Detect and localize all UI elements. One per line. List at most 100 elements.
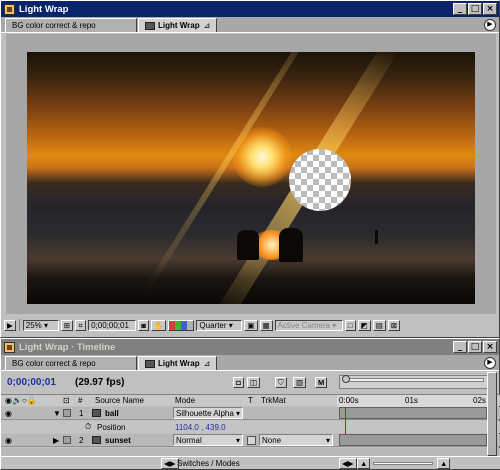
av-features-icons: ◉🔊○🔒 <box>5 396 37 405</box>
layer-footage-icon <box>92 436 101 444</box>
layer-row[interactable]: ◉ ▼ 1 ball Silhouette Alpha ▾ <box>1 407 500 420</box>
layer-name[interactable]: ball <box>105 409 119 418</box>
timeline-icon[interactable]: ▤ <box>372 319 386 331</box>
grid-icon[interactable]: ⌗ <box>75 319 87 331</box>
minimize-button[interactable]: _ <box>453 3 467 15</box>
tab-close-icon[interactable]: ⊿ <box>204 21 211 30</box>
minimize-button[interactable]: _ <box>453 341 467 353</box>
switches-toggle-icon[interactable]: ◀▶ <box>161 457 179 469</box>
view-layout-icon[interactable]: □ <box>344 319 356 331</box>
navigator-start-icon[interactable] <box>342 375 350 383</box>
trkmat-dropdown[interactable]: None ▾ <box>259 434 333 446</box>
safe-margins-icon[interactable]: ⊞ <box>60 319 74 331</box>
close-button[interactable]: × <box>483 341 497 353</box>
maximize-button[interactable]: □ <box>468 3 482 15</box>
comp-marker-icon[interactable]: ◘ <box>233 376 244 388</box>
snapshot-icon[interactable]: ◙ <box>138 319 150 331</box>
current-time-display[interactable]: 0;00;00;01 <box>88 319 137 331</box>
timeline-header: 0;00;00;01 (29.97 fps) ◘ ◫ ⛉ ▥ M <box>1 372 500 392</box>
comp-window-titlebar[interactable]: Light Wrap _ □ × <box>1 1 499 17</box>
tab-label: BG color correct & repo <box>12 359 96 368</box>
stopwatch-icon[interactable]: ⏱ <box>85 422 91 432</box>
shy-layers-icon[interactable]: ⛉ <box>275 376 287 388</box>
composition-viewer[interactable] <box>6 34 496 314</box>
property-name: Position <box>97 422 126 432</box>
sun-glow <box>232 127 292 187</box>
time-ruler[interactable]: 0:00s 01s 02s <box>337 395 489 407</box>
composition-icon <box>145 359 155 368</box>
magnification-menu[interactable]: 25% ▾ <box>22 319 59 331</box>
panel-menu-arrow-icon[interactable]: ▶ <box>484 19 496 31</box>
tab-label: Light Wrap <box>158 21 200 30</box>
sunset-footage <box>27 52 475 304</box>
resolution-menu[interactable]: Quarter ▾ <box>196 319 243 331</box>
live-update-icon[interactable]: ◫ <box>247 376 261 388</box>
timeline-window-titlebar[interactable]: Light Wrap · Timeline _ □ × <box>1 339 499 355</box>
video-toggle-icon[interactable]: ◉ <box>5 436 12 445</box>
region-of-interest-icon[interactable]: ▣ <box>244 319 258 331</box>
timeline-scrollbar[interactable] <box>487 372 497 456</box>
expand-arrow-icon[interactable]: ▼ <box>53 409 61 418</box>
ruler-tick-label: 02s <box>473 396 486 405</box>
timeline-tab-bar: BG color correct & repo Light Wrap ⊿ ▶ <box>1 355 499 371</box>
column-number: # <box>78 396 83 405</box>
video-toggle-icon[interactable]: ◉ <box>5 409 12 418</box>
frame-blending-icon[interactable]: ▥ <box>293 376 307 388</box>
current-time[interactable]: 0;00;00;01 <box>7 377 56 388</box>
maximize-button[interactable]: □ <box>468 341 482 353</box>
scroll-left-icon[interactable]: ◀▶ <box>339 457 357 469</box>
frame-rate: (29.97 fps) <box>75 376 125 388</box>
channel-icon[interactable] <box>168 319 195 331</box>
zoom-slider[interactable] <box>373 462 433 465</box>
column-trkmat: TrkMat <box>261 396 286 405</box>
switches-modes-toggle[interactable]: Switches / Modes <box>177 459 240 468</box>
always-preview-icon[interactable]: ▶ <box>4 319 16 331</box>
mode-dropdown[interactable]: Silhouette Alpha ▾ <box>173 407 243 419</box>
comp-window-title: Light Wrap <box>19 3 69 15</box>
layer-number: 1 <box>79 408 84 418</box>
column-t: T <box>248 396 253 405</box>
tab-close-icon[interactable]: ⊿ <box>204 359 211 368</box>
layer-footage-icon <box>92 409 101 417</box>
timeline-window-title: Light Wrap · Timeline <box>19 341 116 353</box>
zoom-out-icon[interactable]: ▲ <box>357 457 371 469</box>
transparent-ball <box>289 149 351 211</box>
property-value[interactable]: 1104.0 , 439.0 <box>175 423 226 432</box>
pixel-aspect-icon[interactable]: ◩ <box>357 319 371 331</box>
label-color-box[interactable] <box>63 436 71 444</box>
comp-tab-bar: BG color correct & repo Light Wrap ⊿ ▶ <box>1 17 499 33</box>
layer-row[interactable]: ◉ ▶ 2 sunset Normal ▾ None ▾ <box>1 434 500 447</box>
flowchart-icon[interactable]: ⊠ <box>387 319 401 331</box>
tab-bg-color-correct[interactable]: BG color correct & repo <box>5 356 137 370</box>
preserve-transparency-box[interactable] <box>247 435 256 445</box>
silhouette-figure <box>237 230 259 260</box>
tab-light-wrap[interactable]: Light Wrap ⊿ <box>138 356 218 370</box>
show-snapshot-icon[interactable]: ✋ <box>151 319 167 331</box>
tab-light-wrap[interactable]: Light Wrap ⊿ <box>138 18 218 32</box>
label-color-box[interactable] <box>63 409 71 417</box>
ruler-tick-label: 0:00s <box>339 396 359 405</box>
app-icon <box>4 341 15 353</box>
motion-blur-icon[interactable]: M <box>315 376 328 388</box>
layer-number: 2 <box>79 435 84 445</box>
time-navigator[interactable] <box>339 375 489 389</box>
layer-duration-bar[interactable] <box>339 407 487 419</box>
column-source-name[interactable]: Source Name <box>95 396 144 405</box>
panel-menu-arrow-icon[interactable]: ▶ <box>484 357 496 369</box>
transparency-grid-icon[interactable]: ▦ <box>259 319 273 331</box>
layer-duration-bar[interactable] <box>339 434 487 446</box>
column-header-row: ◉🔊○🔒 ⊡ # Source Name Mode T TrkMat 0:00s… <box>1 394 500 407</box>
composition-window: Light Wrap _ □ × BG color correct & repo… <box>0 0 500 338</box>
alpha-channel-swatch <box>187 320 194 330</box>
zoom-in-icon[interactable]: ▲ <box>437 457 451 469</box>
mode-dropdown[interactable]: Normal ▾ <box>173 434 243 446</box>
layer-name[interactable]: sunset <box>105 436 131 445</box>
expand-arrow-icon[interactable]: ▶ <box>53 436 59 445</box>
tab-label: BG color correct & repo <box>12 21 96 30</box>
timeline-footer: ◀▶ Switches / Modes ◀▶ ▲ ▲ <box>1 456 500 469</box>
close-button[interactable]: × <box>483 3 497 15</box>
work-area-bar[interactable] <box>344 378 484 382</box>
timeline-window: Light Wrap · Timeline _ □ × BG color cor… <box>0 338 500 470</box>
tab-bg-color-correct[interactable]: BG color correct & repo <box>5 18 137 32</box>
view-menu[interactable]: Active Camera ▾ <box>274 319 343 331</box>
